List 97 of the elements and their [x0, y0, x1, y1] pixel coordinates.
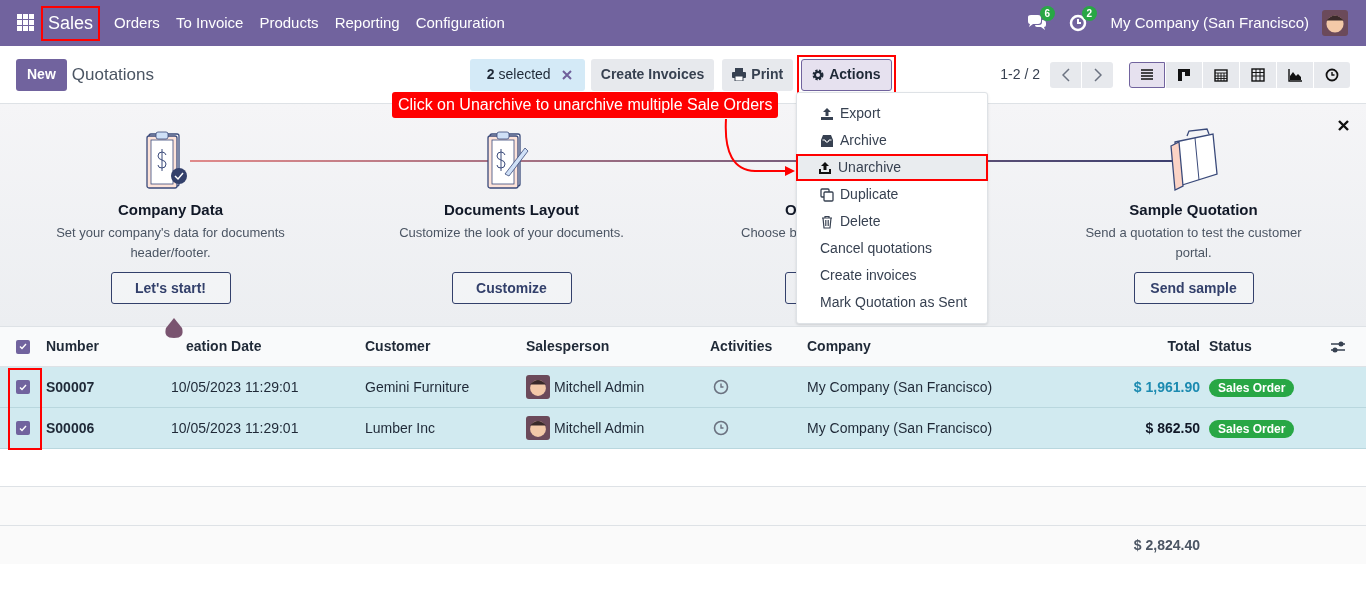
copy-icon [820, 187, 834, 202]
clock-icon[interactable] [713, 379, 729, 395]
action-button[interactable]: Create Invoices [590, 58, 715, 91]
chat-bubbles-icon [1026, 14, 1047, 32]
step-button[interactable]: Customize [451, 272, 572, 304]
page-title: Quotations [71, 63, 156, 86]
upload-icon [820, 106, 834, 121]
company-switcher[interactable]: My Company (San Francisco) [1110, 11, 1309, 35]
menu-item[interactable]: Archive [797, 127, 987, 154]
column-header[interactable]: Activities [710, 336, 807, 357]
chat-bubbles-button[interactable] [1026, 14, 1047, 32]
menu-item[interactable]: Duplicate [797, 181, 987, 208]
column-header[interactable]: Company [807, 336, 1000, 357]
table-cell-text: My Company (San Francisco) [807, 418, 994, 438]
column-header[interactable]: Salesperson [526, 336, 710, 357]
close-icon[interactable] [1338, 120, 1349, 131]
avatar-icon [526, 375, 550, 399]
step-title: Documents Layout [444, 200, 579, 220]
step-description: Choose b [741, 224, 797, 242]
calendar-icon [1214, 67, 1228, 82]
list-icon [1140, 67, 1154, 82]
count-badge: 2 [1081, 6, 1098, 21]
suitcase-icon [1168, 128, 1219, 192]
clock-icon[interactable] [713, 420, 729, 436]
pager-value: 1-2 / 2 [1000, 65, 1040, 84]
step-button[interactable]: Send sample [1133, 272, 1254, 304]
table-cell-text: 10/05/2023 11:29:01 [171, 377, 300, 397]
step-description: Set your company's data for documents header/footer. [55, 224, 286, 262]
table-cell-text: My Company (San Francisco) [807, 377, 994, 397]
menu-link[interactable]: Reporting [326, 11, 408, 35]
menu-item[interactable]: Mark Quotation as Sent [797, 289, 987, 316]
menu-link[interactable]: Orders [106, 11, 168, 35]
gear-icon [812, 68, 825, 81]
status-badge: Sales Order [1209, 378, 1295, 397]
view-switch-button[interactable] [1203, 61, 1239, 88]
checkmark-icon [19, 383, 27, 391]
printer-icon [732, 68, 747, 81]
view-switch-button[interactable] [1166, 61, 1202, 88]
menu-link[interactable]: Configuration [407, 11, 513, 35]
kanban-icon [1177, 67, 1191, 82]
table-cell-text: S00006 [46, 418, 96, 438]
view-switch-button[interactable] [1240, 61, 1276, 88]
table-cell-text: Gemini Furniture [365, 377, 471, 397]
menu-item[interactable]: Export [797, 100, 987, 127]
grand-total: $ 2,824.40 [1132, 535, 1200, 555]
area-chart-icon [1288, 67, 1302, 82]
step-description: Send a quotation to test the customer portal. [1084, 224, 1303, 262]
app-name-link[interactable]: Sales [41, 5, 101, 41]
column-header[interactable]: Customer [365, 336, 526, 357]
column-header[interactable]: eation Date [171, 336, 365, 357]
trash-icon [820, 214, 834, 229]
table-cell-text: Mitchell Admin [554, 377, 645, 397]
step-title: Sample Quotation [1129, 200, 1258, 220]
table-grid-icon [1251, 67, 1265, 82]
menu-link[interactable]: Products [251, 11, 327, 35]
upload-icon [818, 160, 832, 175]
table-cell-text: $ 1,961.90 [1132, 377, 1200, 397]
annotation-callout: Click on Unarchive to unarchive multiple Sale Orders [392, 92, 779, 118]
table-cell-text: Mitchell Admin [554, 418, 645, 438]
checkbox[interactable] [16, 421, 30, 435]
checkmark-icon [19, 343, 27, 350]
user-avatar-icon[interactable] [1322, 10, 1348, 36]
table-cell-text: $ 862.50 [1144, 418, 1200, 438]
apps-menu-icon[interactable] [17, 14, 35, 32]
checkmark-icon [19, 424, 27, 432]
checkbox[interactable] [16, 339, 30, 354]
status-badge: Sales Order [1209, 419, 1295, 438]
menu-link[interactable]: To Invoice [167, 11, 252, 35]
checkbox[interactable] [16, 380, 30, 394]
count-badge: 6 [1039, 6, 1056, 21]
menu-item[interactable]: Unarchive [796, 154, 988, 181]
step-description: Customize the look of your documents. [398, 224, 625, 242]
menu-item[interactable]: Delete [797, 208, 987, 235]
menu-item[interactable]: Cancel quotations [797, 235, 987, 262]
chevron-left-icon [1061, 67, 1070, 82]
step-button[interactable]: Let's start! [110, 272, 231, 304]
avatar-icon [526, 416, 550, 440]
table-cell-text: S00007 [46, 377, 96, 397]
column-header[interactable]: Number [46, 336, 171, 357]
new-button[interactable]: New [16, 58, 67, 91]
step-title: Company Data [118, 200, 223, 220]
print-button[interactable]: Print [722, 58, 794, 91]
selection-count-text: 2 selected [486, 65, 551, 84]
settings-sliders-icon[interactable] [1330, 339, 1346, 354]
view-switch-button[interactable] [1129, 61, 1165, 88]
view-switch-button[interactable] [1277, 61, 1313, 88]
actions-button[interactable]: Actions [801, 58, 892, 91]
table-cell-text: 10/05/2023 11:29:01 [171, 418, 300, 438]
view-switch-button[interactable] [1314, 61, 1350, 88]
menu-item[interactable]: Create invoices [797, 262, 987, 289]
column-header[interactable]: Status [1200, 336, 1330, 357]
clock-icon [1325, 67, 1339, 82]
table-cell-text: Lumber Inc [365, 418, 437, 438]
column-header[interactable]: Total [1000, 336, 1200, 357]
chevron-right-icon [1093, 67, 1102, 82]
inbox-icon [820, 133, 834, 148]
step-title: O [785, 200, 797, 220]
